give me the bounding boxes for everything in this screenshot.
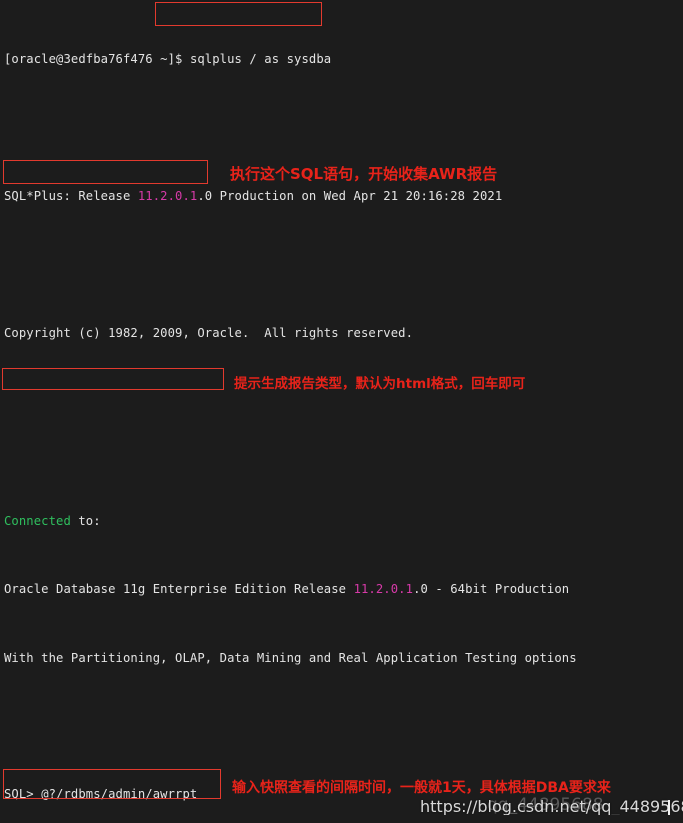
terminal-screenshot: [oracle@3edfba76f476 ~]$ sqlplus / as sy… — [0, 0, 683, 823]
terminal-line-copyright: Copyright (c) 1982, 2009, Oracle. All ri… — [0, 325, 683, 342]
shell-prompt-text: [oracle@3edfba76f476 ~]$ — [4, 52, 190, 67]
release-version-text: 11.2.0.1 — [137, 189, 198, 204]
release-version-tail-text: .0 — [197, 189, 213, 204]
annotation-report-type: 提示生成报告类型，默认为html格式，回车即可 — [234, 376, 526, 392]
db-banner-suffix-text: - 64bit Production — [427, 582, 570, 597]
release-suffix-text: Production on Wed Apr 21 20:16:28 2021 — [212, 189, 503, 204]
terminal-output[interactable]: [oracle@3edfba76f476 ~]$ sqlplus / as sy… — [0, 0, 683, 823]
connected-rest-text: to: — [70, 513, 101, 528]
connected-status-text: Connected — [4, 513, 71, 528]
bottom-edge — [0, 815, 683, 823]
awrrpt-command-text: @?/rdbms/admin/awrrpt — [41, 787, 198, 802]
release-prefix-text: SQL*Plus: Release — [4, 189, 138, 204]
copyright-text: Copyright (c) 1982, 2009, Oracle. All ri… — [4, 325, 414, 340]
watermark-url: https://blog.csdn.net/qq_44895688 — [420, 797, 683, 816]
annotation-awrrpt: 执行这个SQL语句，开始收集AWR报告 — [230, 165, 498, 183]
db-banner-version-tail-text: .0 — [413, 582, 428, 597]
terminal-line-sqlplus-release: SQL*Plus: Release 11.2.0.1.0 Production … — [0, 188, 683, 205]
sql-prompt-text: SQL> — [4, 787, 42, 802]
terminal-line-shell-prompt: [oracle@3edfba76f476 ~]$ sqlplus / as sy… — [0, 51, 683, 68]
sqlplus-command-text: sqlplus / as sysdba — [189, 52, 332, 67]
terminal-line-db-options: With the Partitioning, OLAP, Data Mining… — [0, 650, 683, 667]
terminal-line-db-banner: Oracle Database 11g Enterprise Edition R… — [0, 581, 683, 598]
terminal-line-connected: Connected to: — [0, 513, 683, 530]
db-banner-options-text: With the Partitioning, OLAP, Data Mining… — [4, 650, 577, 665]
db-banner-version-text: 11.2.0.1 — [353, 582, 414, 597]
annotation-num-days: 输入快照查看的间隔时间，一般就1天，具体根据DBA要求来 — [232, 780, 611, 796]
db-banner-prefix-text: Oracle Database 11g Enterprise Edition R… — [4, 582, 354, 597]
